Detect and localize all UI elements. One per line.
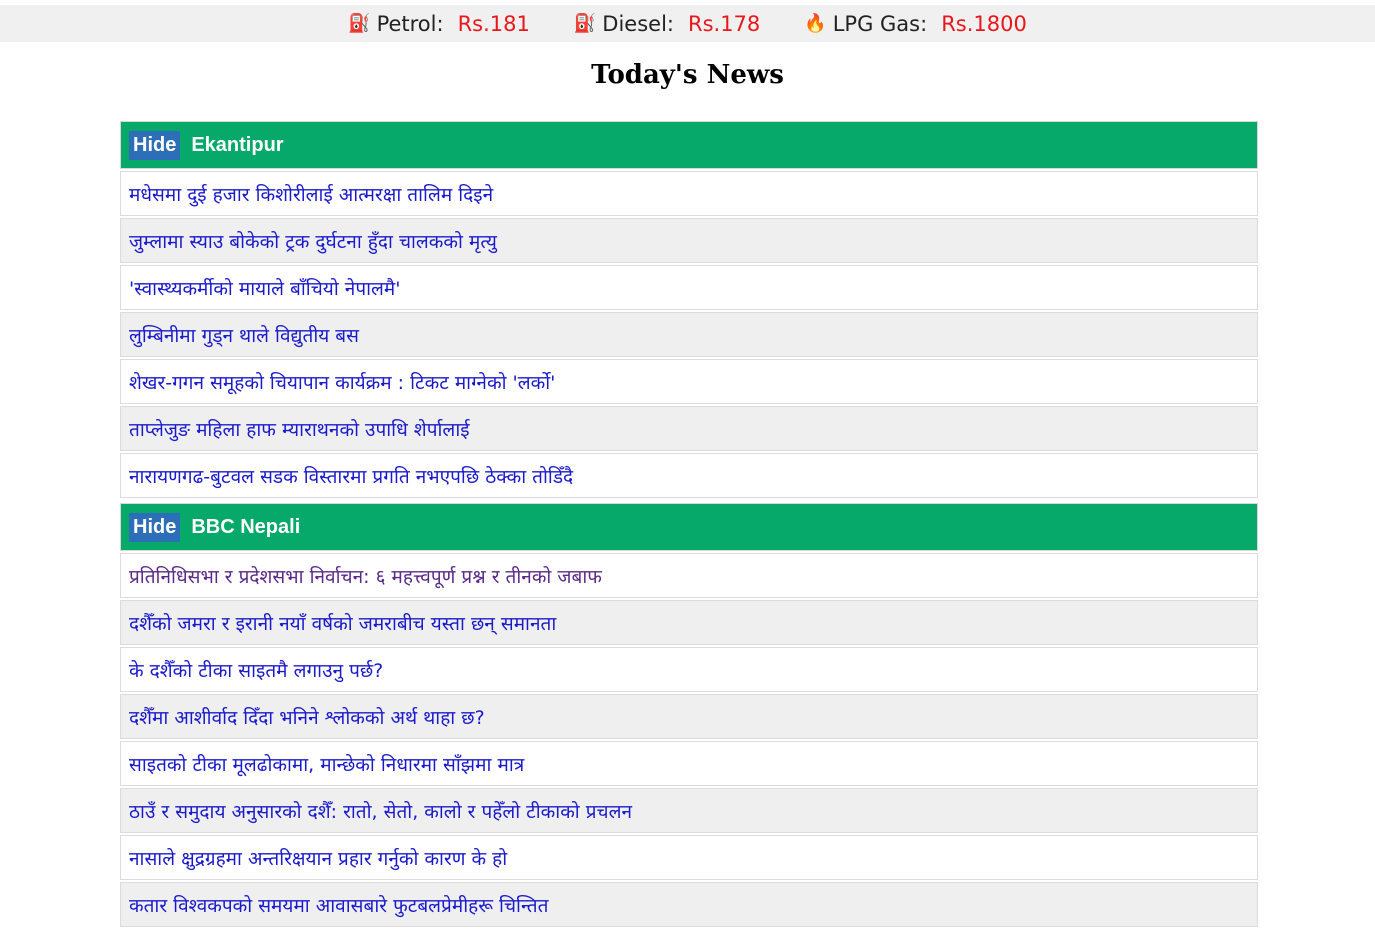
list-item: कतार विश्वकपको समयमा आवासबारे फुटबलप्रेम… xyxy=(120,882,1258,927)
news-link[interactable]: मधेसमा दुई हजार किशोरीलाई आत्मरक्षा तालि… xyxy=(129,181,493,207)
source-header-ekantipur: Hide Ekantipur xyxy=(120,121,1258,169)
news-link[interactable]: 'स्वास्थ्यकर्मीको मायाले बाँचियो नेपालमै… xyxy=(129,275,401,301)
fuel-price: Rs.181 xyxy=(457,11,530,36)
flame-icon: 🔥 xyxy=(804,13,827,34)
news-list-ekantipur: मधेसमा दुई हजार किशोरीलाई आत्मरक्षा तालि… xyxy=(120,171,1258,498)
news-link[interactable]: लुम्बिनीमा गुड्न थाले विद्युतीय बस xyxy=(129,322,359,348)
news-link[interactable]: शेखर-गगन समूहको चियापान कार्यक्रम : टिकट… xyxy=(129,369,555,395)
hide-button[interactable]: Hide xyxy=(129,130,181,160)
news-link[interactable]: ताप्लेजुङ महिला हाफ म्याराथनको उपाधि शेर… xyxy=(129,416,470,442)
list-item: दशैँको जमरा र इरानी नयाँ वर्षको जमराबीच … xyxy=(120,600,1258,645)
list-item: ताप्लेजुङ महिला हाफ म्याराथनको उपाधि शेर… xyxy=(120,406,1258,451)
fuel-price-bar: ⛽ Petrol: Rs.181 ⛽ Diesel: Rs.178 🔥 LPG … xyxy=(0,5,1375,42)
news-link[interactable]: नासाले क्षुद्रग्रहमा अन्तरिक्षयान प्रहार… xyxy=(129,845,507,871)
fuel-price: Rs.178 xyxy=(687,11,761,36)
list-item: नासाले क्षुद्रग्रहमा अन्तरिक्षयान प्रहार… xyxy=(120,835,1258,880)
news-link[interactable]: जुम्लामा स्याउ बोकेको ट्रक दुर्घटना हुँद… xyxy=(129,228,497,254)
hide-button[interactable]: Hide xyxy=(129,512,181,542)
list-item: लुम्बिनीमा गुड्न थाले विद्युतीय बस xyxy=(120,312,1258,357)
list-item: दशैँमा आशीर्वाद दिँदा भनिने श्लोकको अर्थ… xyxy=(120,694,1258,739)
news-link[interactable]: नारायणगढ-बुटवल सडक विस्तारमा प्रगति नभएप… xyxy=(129,463,573,489)
news-link[interactable]: दशैँको जमरा र इरानी नयाँ वर्षको जमराबीच … xyxy=(129,610,556,636)
list-item: मधेसमा दुई हजार किशोरीलाई आत्मरक्षा तालि… xyxy=(120,171,1258,216)
list-item: साइतको टीका मूलढोकामा, मान्छेको निधारमा … xyxy=(120,741,1258,786)
fuel-lpg: 🔥 LPG Gas: Rs.1800 xyxy=(804,12,1027,36)
news-link[interactable]: प्रतिनिधिसभा र प्रदेशसभा निर्वाचन: ६ महत… xyxy=(129,563,602,589)
fuel-pump-icon: ⛽ xyxy=(348,13,371,34)
list-item: ठाउँ र समुदाय अनुसारको दशैँ: रातो, सेतो,… xyxy=(120,788,1258,833)
list-item: के दशैँको टीका साइतमै लगाउनु पर्छ? xyxy=(120,647,1258,692)
news-link[interactable]: के दशैँको टीका साइतमै लगाउनु पर्छ? xyxy=(129,657,383,683)
list-item: शेखर-गगन समूहको चियापान कार्यक्रम : टिकट… xyxy=(120,359,1258,404)
source-header-bbc-nepali: Hide BBC Nepali xyxy=(120,503,1258,551)
news-link[interactable]: कतार विश्वकपको समयमा आवासबारे फुटबलप्रेम… xyxy=(129,892,548,918)
fuel-price: Rs.1800 xyxy=(941,11,1027,36)
list-item: नारायणगढ-बुटवल सडक विस्तारमा प्रगति नभएप… xyxy=(120,453,1258,498)
news-link[interactable]: दशैँमा आशीर्वाद दिँदा भनिने श्लोकको अर्थ… xyxy=(129,704,485,730)
news-container: Hide Ekantipur मधेसमा दुई हजार किशोरीलाई… xyxy=(120,121,1258,932)
source-name: Ekantipur xyxy=(191,133,284,156)
fuel-petrol: ⛽ Petrol: Rs.181 xyxy=(348,12,530,36)
page-title: Today's News xyxy=(591,60,784,90)
fuel-pump-icon: ⛽ xyxy=(573,13,597,34)
list-item: प्रतिनिधिसभा र प्रदेशसभा निर्वाचन: ६ महत… xyxy=(120,553,1258,598)
fuel-label: LPG Gas: xyxy=(832,11,928,36)
fuel-diesel: ⛽ Diesel: Rs.178 xyxy=(574,12,760,36)
source-name: BBC Nepali xyxy=(191,515,301,538)
news-link[interactable]: ठाउँ र समुदाय अनुसारको दशैँ: रातो, सेतो,… xyxy=(129,798,632,824)
news-list-bbc-nepali: प्रतिनिधिसभा र प्रदेशसभा निर्वाचन: ६ महत… xyxy=(120,553,1258,927)
news-link[interactable]: साइतको टीका मूलढोकामा, मान्छेको निधारमा … xyxy=(129,751,524,777)
list-item: जुम्लामा स्याउ बोकेको ट्रक दुर्घटना हुँद… xyxy=(120,218,1258,263)
fuel-label: Petrol: xyxy=(376,11,444,36)
list-item: 'स्वास्थ्यकर्मीको मायाले बाँचियो नेपालमै… xyxy=(120,265,1258,310)
fuel-label: Diesel: xyxy=(602,11,674,36)
